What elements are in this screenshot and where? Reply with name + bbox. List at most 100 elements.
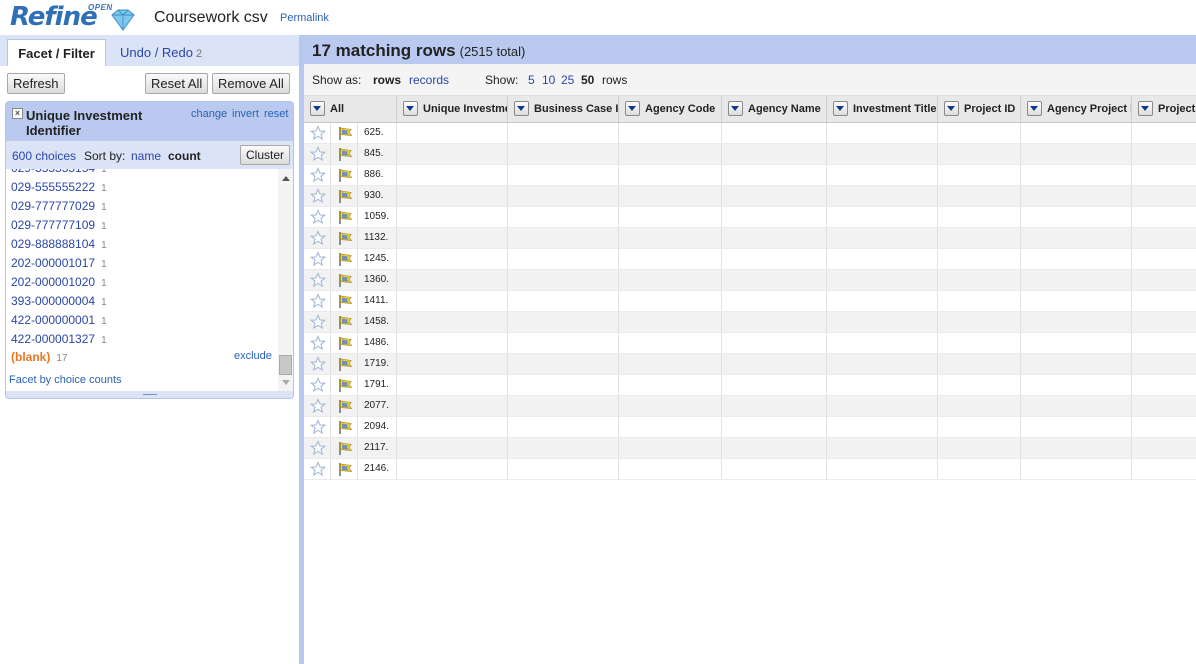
scroll-thumb[interactable] <box>279 355 292 375</box>
table-cell[interactable] <box>938 438 1021 458</box>
star-icon[interactable] <box>309 461 327 480</box>
star-icon[interactable] <box>309 167 327 186</box>
column-header[interactable]: Agency Project ID <box>1021 96 1132 123</box>
table-cell[interactable] <box>1021 438 1132 458</box>
facet-change-link[interactable]: change <box>191 108 227 120</box>
table-cell[interactable] <box>722 417 827 437</box>
refresh-button[interactable]: Refresh <box>7 73 65 94</box>
table-cell[interactable] <box>938 396 1021 416</box>
table-cell[interactable] <box>722 396 827 416</box>
table-cell[interactable] <box>397 438 508 458</box>
table-cell[interactable] <box>508 270 619 290</box>
page-size-5[interactable]: 5 <box>528 73 535 87</box>
column-header[interactable]: Project Name <box>1132 96 1196 123</box>
table-cell[interactable] <box>397 354 508 374</box>
column-header[interactable]: Unique Investment Identifier <box>397 96 508 123</box>
tab-undo-redo[interactable]: Undo / Redo 2 <box>120 39 202 66</box>
cluster-button[interactable]: Cluster <box>240 145 291 165</box>
exclude-link[interactable]: exclude <box>234 350 272 362</box>
dropdown-arrow-icon[interactable] <box>728 101 743 116</box>
facet-reset-link[interactable]: reset <box>264 108 288 120</box>
table-cell[interactable] <box>938 417 1021 437</box>
table-cell[interactable] <box>619 375 722 395</box>
table-cell[interactable] <box>1021 417 1132 437</box>
choice-label[interactable]: 422-000001327 <box>11 332 95 346</box>
table-cell[interactable] <box>938 270 1021 290</box>
table-cell[interactable] <box>1021 396 1132 416</box>
choice-label[interactable]: 393-000000004 <box>11 294 95 308</box>
choice-label[interactable]: 029-888888104 <box>11 237 95 251</box>
table-cell[interactable] <box>722 333 827 353</box>
facet-choice[interactable]: 029-555555154 1 <box>11 169 107 178</box>
table-cell[interactable] <box>938 375 1021 395</box>
table-cell[interactable] <box>1021 375 1132 395</box>
table-cell[interactable] <box>508 417 619 437</box>
table-cell[interactable] <box>827 207 938 227</box>
table-cell[interactable] <box>397 417 508 437</box>
table-cell[interactable] <box>1021 228 1132 248</box>
table-cell[interactable] <box>508 312 619 332</box>
choice-label[interactable]: 422-000000001 <box>11 313 95 327</box>
blank-label[interactable]: (blank) <box>11 350 50 364</box>
page-size-10[interactable]: 10 <box>542 73 555 87</box>
flag-icon[interactable] <box>337 357 353 375</box>
flag-icon[interactable] <box>337 462 353 480</box>
table-cell[interactable] <box>827 375 938 395</box>
facet-choice[interactable]: 422-000000001 1 <box>11 311 107 330</box>
table-cell[interactable] <box>397 312 508 332</box>
star-icon[interactable] <box>309 335 327 354</box>
star-icon[interactable] <box>309 251 327 270</box>
sort-by-count-link[interactable]: count <box>168 149 201 163</box>
table-cell[interactable] <box>827 228 938 248</box>
table-cell[interactable] <box>722 438 827 458</box>
flag-icon[interactable] <box>337 315 353 333</box>
table-cell[interactable] <box>722 165 827 185</box>
dropdown-arrow-icon[interactable] <box>625 101 640 116</box>
star-icon[interactable] <box>309 209 327 228</box>
table-cell[interactable] <box>827 459 938 479</box>
show-as-rows[interactable]: rows <box>373 73 401 87</box>
table-cell[interactable] <box>508 438 619 458</box>
table-cell[interactable] <box>1021 270 1132 290</box>
choice-label[interactable]: 202-000001020 <box>11 275 95 289</box>
star-icon[interactable] <box>309 272 327 291</box>
facet-choice[interactable]: 393-000000004 1 <box>11 292 107 311</box>
table-cell[interactable] <box>508 291 619 311</box>
table-cell[interactable] <box>508 375 619 395</box>
choices-count[interactable]: 600 choices <box>12 149 76 163</box>
openrefine-logo[interactable]: OPEN Refine <box>10 2 140 36</box>
flag-icon[interactable] <box>337 252 353 270</box>
table-cell[interactable] <box>619 333 722 353</box>
table-cell[interactable] <box>938 207 1021 227</box>
table-cell[interactable] <box>397 249 508 269</box>
flag-icon[interactable] <box>337 126 353 144</box>
table-cell[interactable] <box>397 228 508 248</box>
star-icon[interactable] <box>309 230 327 249</box>
table-cell[interactable] <box>508 459 619 479</box>
tab-facet-filter[interactable]: Facet / Filter <box>7 39 106 66</box>
table-cell[interactable] <box>1021 165 1132 185</box>
facet-choice[interactable]: 029-555555222 1 <box>11 178 107 197</box>
table-cell[interactable] <box>397 186 508 206</box>
table-cell[interactable] <box>619 186 722 206</box>
table-cell[interactable] <box>722 459 827 479</box>
dropdown-arrow-icon[interactable] <box>310 101 325 116</box>
table-cell[interactable] <box>619 270 722 290</box>
table-cell[interactable] <box>619 459 722 479</box>
column-header-all[interactable]: All <box>304 96 397 123</box>
scroll-up-arrow-icon[interactable] <box>282 176 290 181</box>
table-cell[interactable] <box>619 165 722 185</box>
star-icon[interactable] <box>309 356 327 375</box>
facet-choice[interactable]: 029-888888104 1 <box>11 235 107 254</box>
star-icon[interactable] <box>309 398 327 417</box>
table-cell[interactable] <box>827 333 938 353</box>
table-cell[interactable] <box>722 375 827 395</box>
table-cell[interactable] <box>722 249 827 269</box>
table-cell[interactable] <box>397 144 508 164</box>
table-cell[interactable] <box>619 249 722 269</box>
table-cell[interactable] <box>1021 354 1132 374</box>
flag-icon[interactable] <box>337 294 353 312</box>
facet-choice[interactable]: 029-777777109 1 <box>11 216 107 235</box>
table-cell[interactable] <box>827 165 938 185</box>
table-cell[interactable] <box>619 396 722 416</box>
